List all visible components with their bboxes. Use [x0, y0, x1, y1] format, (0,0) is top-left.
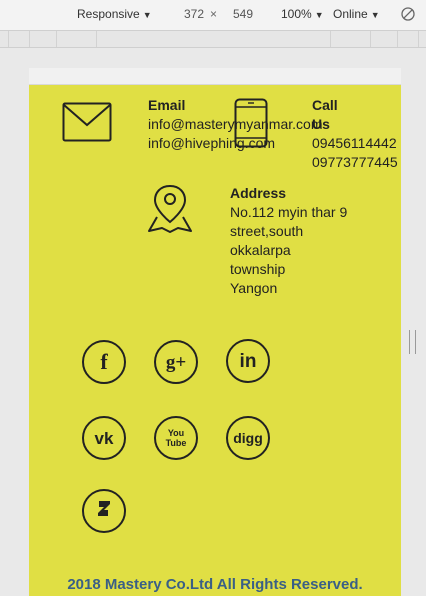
ruler-segment: [418, 31, 419, 47]
media-query-ruler[interactable]: [0, 30, 426, 48]
envelope-icon: [62, 102, 112, 142]
call-label-line-2: Us: [312, 116, 330, 132]
viewport-width-input[interactable]: 372: [168, 7, 204, 21]
ruler-segment: [8, 31, 9, 47]
viewport-resize-handle[interactable]: [409, 330, 416, 354]
viewport-top-bar: [29, 68, 401, 85]
address-line-5: Yangon: [230, 280, 278, 296]
device-select-value: Responsive: [77, 7, 140, 21]
facebook-button[interactable]: f: [82, 340, 126, 384]
chevron-down-icon: ▼: [314, 10, 324, 20]
vk-icon: vk: [94, 428, 114, 448]
deviantart-button[interactable]: [82, 489, 126, 533]
viewport-height-input[interactable]: 549: [233, 7, 269, 21]
vk-button[interactable]: vk: [82, 416, 126, 460]
address-line-4: township: [230, 261, 286, 277]
ruler-segment: [56, 31, 57, 47]
youtube-icon: You Tube: [165, 428, 187, 448]
phone-number-1[interactable]: 09456114442: [312, 134, 397, 153]
linkedin-button[interactable]: in: [226, 339, 270, 383]
address-line-2: street,south: [230, 223, 304, 239]
ruler-segment: [370, 31, 371, 47]
call-label-line-1: Call: [312, 97, 338, 113]
ruler-segment: [330, 31, 331, 47]
zoom-select-value: 100%: [281, 7, 312, 21]
devtools-device-toolbar: Responsive ▼ 372 × 549 100% ▼ Online ▼: [0, 0, 426, 30]
email-label: Email: [148, 97, 186, 113]
zoom-select[interactable]: 100% ▼: [281, 7, 324, 21]
digg-icon: digg: [233, 430, 263, 446]
footer-copyright: 2018 Mastery Co.Ltd All Rights Reserved.: [67, 576, 363, 593]
ruler-segment: [397, 31, 398, 47]
deviantart-icon: [96, 498, 112, 525]
digg-button[interactable]: digg: [226, 416, 270, 460]
chevron-down-icon: ▼: [370, 10, 380, 20]
phone-number-2[interactable]: 09773777445: [312, 153, 398, 172]
googleplus-icon: g+: [165, 351, 187, 373]
rotate-icon[interactable]: [401, 7, 415, 21]
dimension-separator: ×: [210, 7, 218, 21]
map-location-icon: [146, 184, 194, 234]
device-select[interactable]: Responsive ▼: [77, 7, 152, 21]
address-label: Address: [230, 185, 287, 201]
mobile-phone-icon: [234, 98, 268, 148]
chevron-down-icon: ▼: [142, 10, 152, 20]
ruler-segment: [29, 31, 30, 47]
youtube-button[interactable]: You Tube: [154, 416, 198, 460]
network-throttle-select[interactable]: Online ▼: [333, 7, 380, 21]
googleplus-button[interactable]: g+: [154, 340, 198, 384]
facebook-icon: f: [100, 349, 108, 374]
network-select-value: Online: [333, 7, 368, 21]
emulated-viewport: Email info@masterymyanmar.com info@hivep…: [29, 68, 401, 596]
linkedin-icon: in: [239, 350, 257, 372]
address-line-3: okkalarpa: [230, 242, 291, 258]
ruler-segment: [96, 31, 97, 47]
address-line-1: No.112 myin thar 9: [230, 204, 348, 220]
